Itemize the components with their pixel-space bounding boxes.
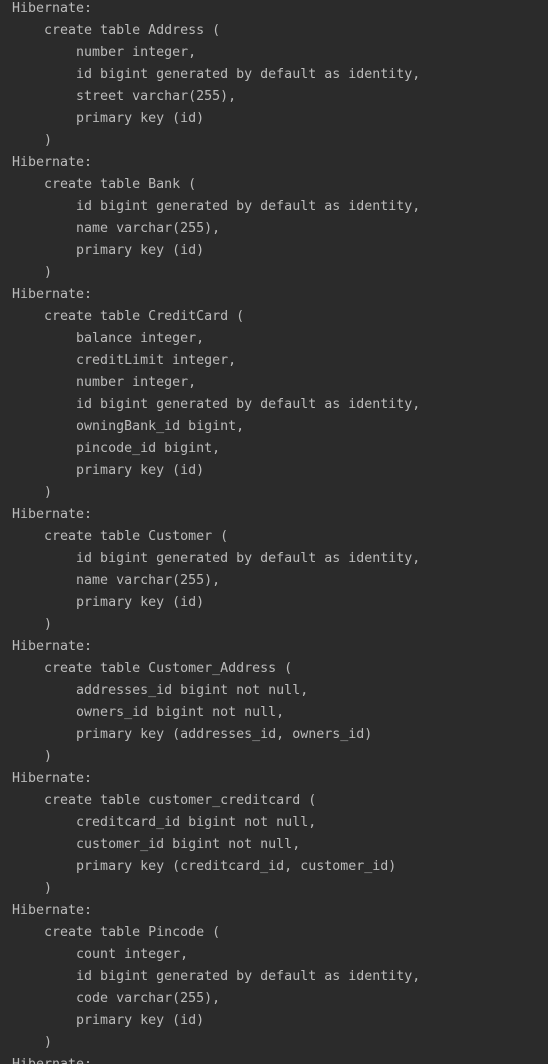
console-line: Hibernate: [12, 771, 93, 786]
console-line: street varchar(255), [12, 89, 237, 104]
console-line: ) [12, 133, 53, 148]
console-line: create table Pincode ( [12, 925, 221, 940]
console-line: Hibernate: [12, 155, 93, 170]
console-line: number integer, [12, 45, 197, 60]
console-line: Hibernate: [12, 287, 93, 302]
console-line: code varchar(255), [12, 991, 221, 1006]
console-line: ) [12, 617, 53, 632]
console-line: primary key (id) [12, 595, 205, 610]
console-line: balance integer, [12, 331, 205, 346]
console-line: create table CreditCard ( [12, 309, 245, 324]
console-line: id bigint generated by default as identi… [12, 397, 421, 412]
console-line: create table Customer_Address ( [12, 661, 293, 676]
console-line: ) [12, 485, 53, 500]
console-line: Hibernate: [12, 639, 93, 654]
console-line: id bigint generated by default as identi… [12, 199, 421, 214]
console-line: Hibernate: [12, 903, 93, 918]
console-line: count integer, [12, 947, 189, 962]
console-line: primary key (id) [12, 1013, 205, 1028]
console-line: creditLimit integer, [12, 353, 237, 368]
console-line: number integer, [12, 375, 197, 390]
console-line: primary key (id) [12, 463, 205, 478]
console-line: primary key (id) [12, 111, 205, 126]
console-line: create table Bank ( [12, 177, 197, 192]
console-line: id bigint generated by default as identi… [12, 969, 421, 984]
console-line: owners_id bigint not null, [12, 705, 285, 720]
console-line: primary key (id) [12, 243, 205, 258]
console-line: ) [12, 265, 53, 280]
console-line: id bigint generated by default as identi… [12, 67, 421, 82]
console-line: name varchar(255), [12, 573, 221, 588]
console-line: Hibernate: [12, 1, 93, 16]
console-line: primary key (addresses_id, owners_id) [12, 727, 373, 742]
console-line: creditcard_id bigint not null, [12, 815, 317, 830]
console-line: ) [12, 881, 53, 896]
console-line: id bigint generated by default as identi… [12, 551, 421, 566]
console-line: pincode_id bigint, [12, 441, 221, 456]
console-line: primary key (creditcard_id, customer_id) [12, 859, 397, 874]
console-line: Hibernate: [12, 507, 93, 522]
console-line: name varchar(255), [12, 221, 221, 236]
console-line: addresses_id bigint not null, [12, 683, 309, 698]
console-line: create table Customer ( [12, 529, 229, 544]
console-line: Hibernate: [12, 1054, 92, 1064]
console-line: customer_id bigint not null, [12, 837, 301, 852]
console-output[interactable]: Hibernate: create table Address ( number… [0, 0, 548, 1064]
console-line: create table customer_creditcard ( [12, 793, 317, 808]
console-line: ) [12, 1035, 53, 1050]
console-line: create table Address ( [12, 23, 221, 38]
console-line: ) [12, 749, 53, 764]
console-line: owningBank_id bigint, [12, 419, 245, 434]
